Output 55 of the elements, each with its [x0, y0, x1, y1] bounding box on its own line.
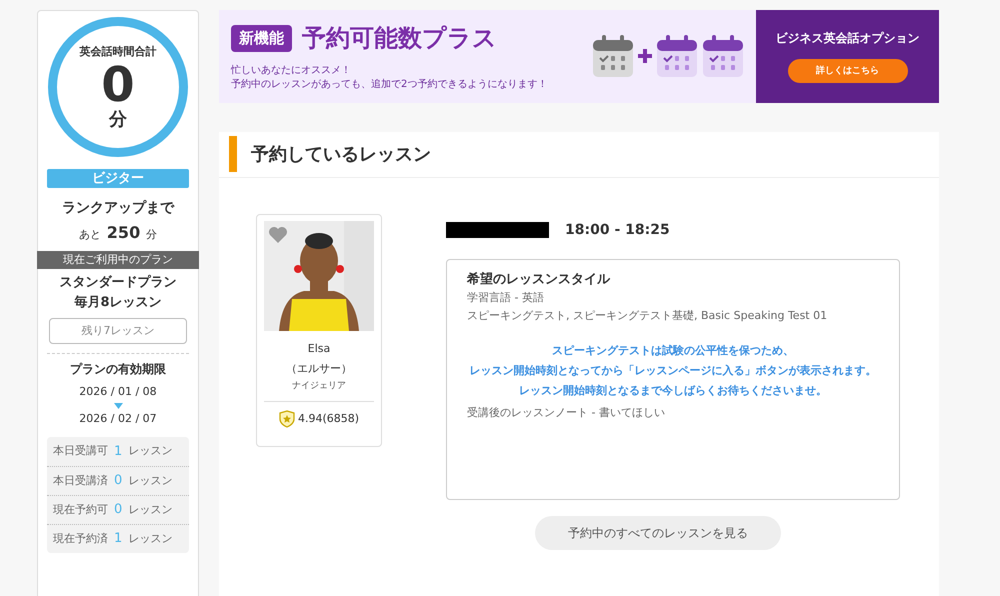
- notice-text: レッスン開始時刻となってから「レッスンページに入る」ボタンが表示されます。: [470, 363, 876, 380]
- banner-text: 予約中のレッスンがあっても、追加で2つ予約できるようになります！: [231, 78, 548, 92]
- stat-unit: レッスン: [128, 443, 172, 460]
- validity-start: 2026 / 01 / 08: [79, 384, 157, 400]
- notice-text: スピーキングテストは試験の公平性を保つため、: [552, 343, 794, 360]
- plus-icon: [638, 49, 652, 64]
- accent-bar: [229, 136, 237, 172]
- plan-name: スタンダードプラン: [60, 274, 176, 292]
- teacher-country: ナイジェリア: [292, 380, 346, 393]
- down-arrow-icon: [114, 402, 122, 408]
- calendar-icon: [592, 34, 634, 78]
- total-label: 英会話時間合計: [80, 44, 156, 60]
- total-value: 0: [101, 60, 135, 110]
- plan-detail: 毎月8レッスン: [74, 294, 162, 312]
- teacher-kana: （エルサー）: [286, 361, 352, 378]
- teacher-rating: 4.94(6858): [298, 411, 360, 428]
- plan-header: 現在ご利用中のプラン: [37, 251, 199, 269]
- lesson-note: 受講後のレッスンノート - 書いてほしい: [467, 405, 666, 422]
- total-unit: 分: [109, 110, 127, 130]
- stat-label: 本日受講済: [53, 472, 108, 489]
- section-title: 予約しているレッスン: [251, 142, 431, 167]
- stat-label: 現在予約済: [53, 530, 108, 547]
- stat-unit: レッスン: [128, 530, 172, 547]
- lesson-time: 18:00 - 18:25: [565, 220, 670, 240]
- heart-icon[interactable]: [268, 226, 288, 244]
- style-detail: 学習言語 - 英語: [467, 290, 545, 306]
- rankup-unit: 分: [146, 227, 158, 243]
- rankup-label: ランクアップまで: [62, 199, 174, 218]
- notice-text: レッスン開始時刻となるまで今しばらくお待ちくださいませ。: [519, 383, 827, 400]
- stat-unit: レッスン: [128, 472, 172, 489]
- all-lessons-button[interactable]: 予約中のすべてのレッスンを見る: [535, 516, 781, 550]
- rank-badge: ビジター: [47, 169, 189, 188]
- rankup-prefix: あと: [78, 227, 101, 243]
- teacher-card[interactable]: Elsa （エルサー） ナイジェリア 4.94(6858): [256, 214, 382, 447]
- validity-label: プランの有効期限: [70, 361, 166, 378]
- stat-label: 本日受講可: [53, 443, 108, 460]
- rankup-value: 250: [106, 222, 140, 244]
- stat-count: 1: [114, 442, 122, 461]
- stat-count: 1: [114, 530, 122, 548]
- stat-count: 0: [114, 501, 122, 520]
- stat-label: 現在予約可: [53, 502, 108, 518]
- banner-text: 忙しいあなたにオススメ！: [231, 64, 352, 78]
- style-detail: スピーキングテスト, スピーキングテスト基礎, Basic Speaking Test 01: [467, 308, 828, 324]
- style-title: 希望のレッスンスタイル: [467, 270, 612, 289]
- option-title: ビジネス英会話オプション: [776, 30, 920, 48]
- new-feature-badge: 新機能: [231, 25, 292, 52]
- calendar-icon: [656, 34, 698, 78]
- stat-unit: レッスン: [128, 502, 172, 518]
- stat-count: 0: [114, 472, 122, 490]
- shield-star-icon: [278, 410, 295, 428]
- remaining-lessons: 残り7レッスン: [49, 318, 187, 344]
- teacher-name: Elsa: [308, 340, 330, 357]
- calendar-icon: [702, 34, 744, 78]
- validity-end: 2026 / 02 / 07: [79, 410, 157, 426]
- banner-title: 予約可能数プラス: [302, 23, 497, 54]
